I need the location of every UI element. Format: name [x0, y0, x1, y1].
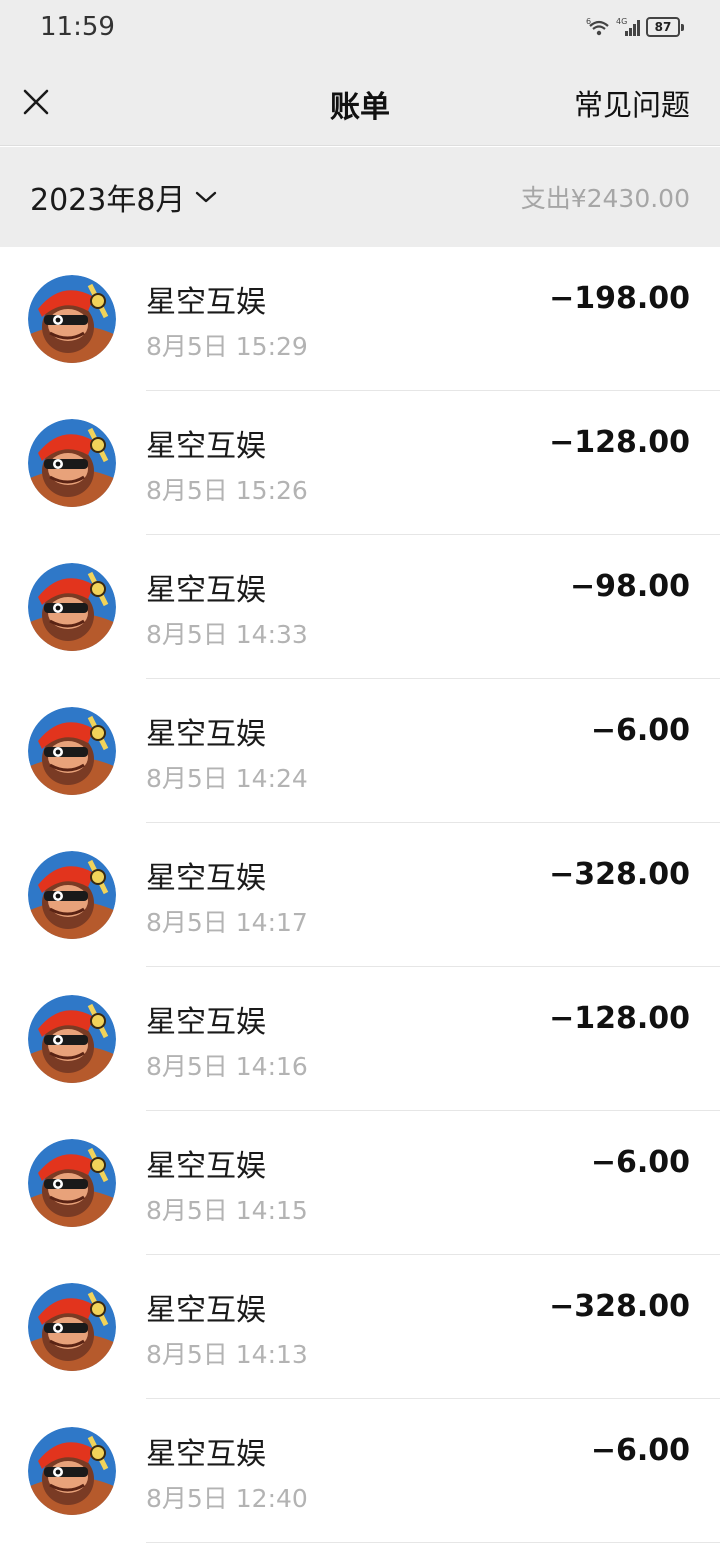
merchant-avatar [28, 563, 116, 651]
game-character-avatar-icon [28, 419, 116, 507]
status-bar: 11:59 6 4G 87 [0, 0, 720, 60]
transaction-time: 8月5日 14:17 [146, 908, 308, 937]
status-time: 11:59 [40, 12, 115, 42]
merchant-name: 星空互娱 [146, 573, 266, 608]
transaction-time: 8月5日 14:15 [146, 1196, 308, 1225]
game-character-avatar-icon [28, 563, 116, 651]
transaction-row[interactable]: 星空互娱 8月5日 15:26 −128.00 [0, 391, 720, 535]
merchant-name: 星空互娱 [146, 1437, 266, 1472]
transaction-amount: −6.00 [590, 1433, 690, 1468]
game-character-avatar-icon [28, 707, 116, 795]
transaction-amount: −6.00 [590, 713, 690, 748]
merchant-name: 星空互娱 [146, 285, 266, 320]
svg-text:4G: 4G [616, 17, 627, 26]
merchant-avatar [28, 707, 116, 795]
merchant-avatar [28, 851, 116, 939]
transaction-amount: −198.00 [549, 281, 690, 316]
battery-icon: 87 [646, 17, 684, 37]
transaction-row[interactable]: 星空互娱 8月5日 14:17 −328.00 [0, 823, 720, 967]
transaction-time: 8月5日 15:26 [146, 476, 308, 505]
row-divider [146, 1542, 720, 1543]
merchant-avatar [28, 419, 116, 507]
transaction-row[interactable]: 星空互娱 8月5日 12:40 −6.00 [0, 1399, 720, 1543]
merchant-avatar [28, 1427, 116, 1515]
chevron-down-icon [196, 191, 217, 203]
merchant-avatar [28, 995, 116, 1083]
transaction-row[interactable]: 星空互娱 8月5日 14:13 −328.00 [0, 1255, 720, 1399]
transaction-row[interactable]: 星空互娱 8月5日 15:29 −198.00 [0, 247, 720, 391]
merchant-avatar [28, 1139, 116, 1227]
transaction-list: 星空互娱 8月5日 15:29 −198.00 星空互娱 8月5日 15:26 … [0, 247, 720, 1543]
transaction-time: 8月5日 14:24 [146, 764, 308, 793]
merchant-name: 星空互娱 [146, 861, 266, 896]
transaction-row[interactable]: 星空互娱 8月5日 14:15 −6.00 [0, 1111, 720, 1255]
signal-icon: 4G [616, 17, 640, 36]
expense-total: 支出¥2430.00 [520, 184, 690, 213]
transaction-amount: −98.00 [569, 569, 690, 604]
game-character-avatar-icon [28, 995, 116, 1083]
game-character-avatar-icon [28, 275, 116, 363]
filter-bar: 2023年8月 支出¥2430.00 [0, 147, 720, 247]
transaction-time: 8月5日 14:13 [146, 1340, 308, 1369]
transaction-row[interactable]: 星空互娱 8月5日 14:16 −128.00 [0, 967, 720, 1111]
merchant-name: 星空互娱 [146, 1005, 266, 1040]
transaction-amount: −328.00 [549, 857, 690, 892]
transaction-time: 8月5日 15:29 [146, 332, 308, 361]
game-character-avatar-icon [28, 1283, 116, 1371]
game-character-avatar-icon [28, 851, 116, 939]
merchant-name: 星空互娱 [146, 717, 266, 752]
faq-link[interactable]: 常见问题 [574, 82, 690, 124]
transaction-row[interactable]: 星空互娱 8月5日 14:24 −6.00 [0, 679, 720, 823]
merchant-name: 星空互娱 [146, 1293, 266, 1328]
merchant-name: 星空互娱 [146, 1149, 266, 1184]
month-picker[interactable]: 2023年8月 [30, 175, 217, 219]
merchant-name: 星空互娱 [146, 429, 266, 464]
nav-bar: 账单 常见问题 [0, 60, 720, 146]
game-character-avatar-icon [28, 1139, 116, 1227]
merchant-avatar [28, 275, 116, 363]
transaction-time: 8月5日 14:33 [146, 620, 308, 649]
transaction-amount: −128.00 [549, 1001, 690, 1036]
game-character-avatar-icon [28, 1427, 116, 1515]
month-label: 2023年8月 [30, 183, 186, 218]
status-icons: 6 4G 87 [586, 16, 684, 38]
merchant-avatar [28, 1283, 116, 1371]
transaction-time: 8月5日 14:16 [146, 1052, 308, 1081]
transaction-amount: −328.00 [549, 1289, 690, 1324]
transaction-row[interactable]: 星空互娱 8月5日 14:33 −98.00 [0, 535, 720, 679]
transaction-amount: −128.00 [549, 425, 690, 460]
transaction-time: 8月5日 12:40 [146, 1484, 308, 1513]
transaction-amount: −6.00 [590, 1145, 690, 1180]
wifi-icon: 6 [586, 17, 609, 36]
